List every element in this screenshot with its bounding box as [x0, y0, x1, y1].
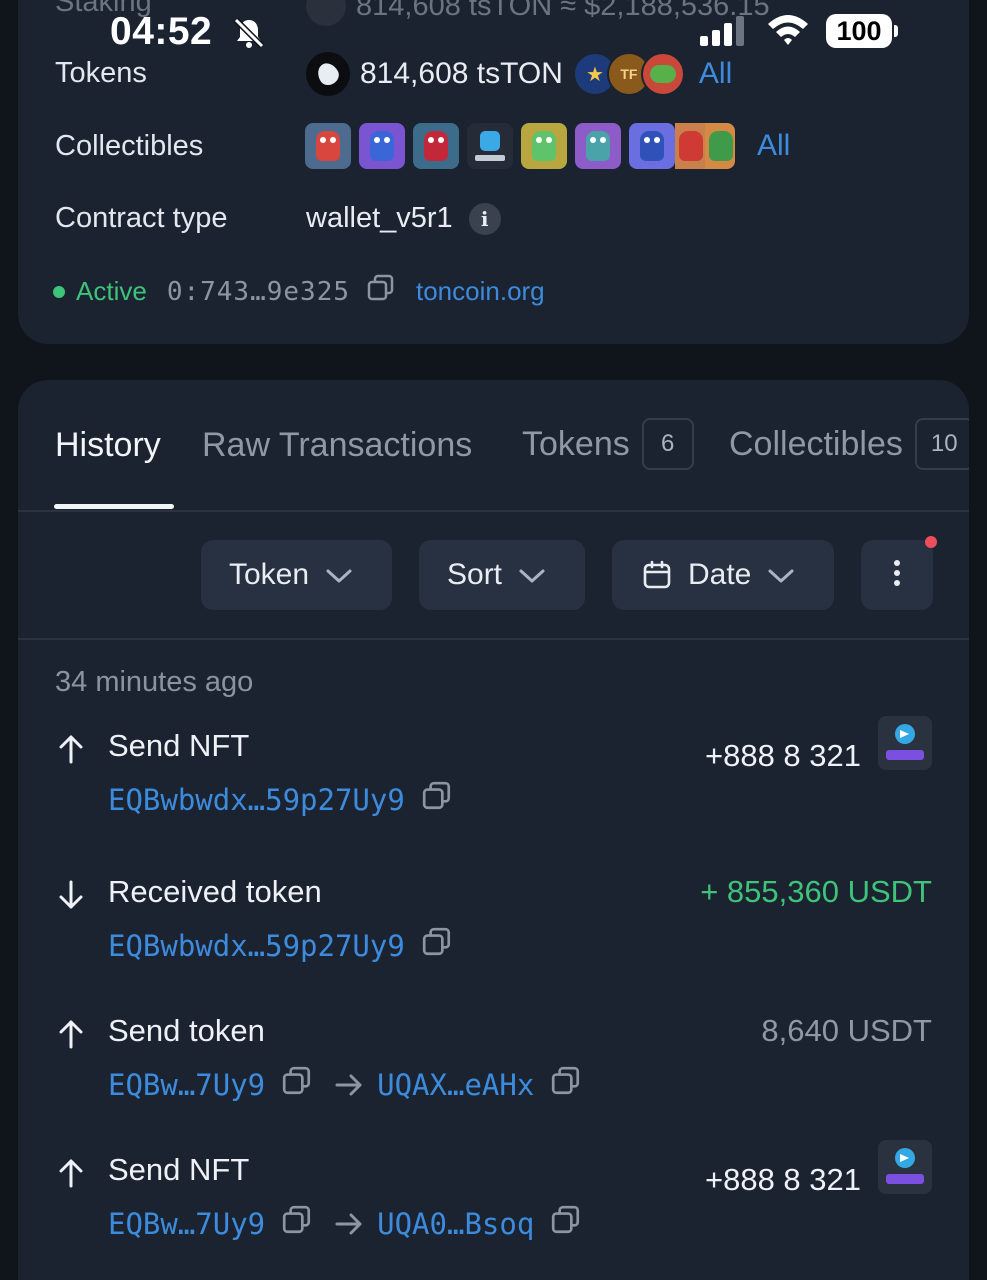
collectibles-all-link[interactable]: All	[757, 129, 790, 163]
transaction-title: Received token	[108, 874, 322, 909]
token-filter-label: Token	[229, 558, 310, 591]
transaction-amount: +888 8 321	[704, 1162, 861, 1197]
collectibles-row[interactable]: All	[305, 123, 790, 169]
tokens-value: 814,608 tsTON	[360, 57, 563, 90]
info-icon[interactable]: i	[468, 202, 501, 235]
arrow-up-icon	[58, 734, 84, 769]
kebab-menu-icon	[893, 559, 901, 592]
copy-icon[interactable]	[281, 1204, 313, 1243]
history-time-label: 34 minutes ago	[55, 666, 254, 698]
transaction-amount: 8,640 USDT	[761, 1013, 932, 1048]
from-address[interactable]: EQBw…7Uy9	[108, 1207, 265, 1241]
to-address[interactable]: UQA0…Bsoq	[377, 1207, 534, 1241]
battery-indicator: 100	[826, 14, 898, 48]
nft-thumb-icon[interactable]	[521, 123, 567, 169]
transaction-title: Send NFT	[108, 1152, 250, 1187]
copy-icon[interactable]	[421, 780, 453, 819]
date-filter-button[interactable]: Date	[612, 540, 834, 610]
arrow-up-icon	[58, 1019, 84, 1054]
nft-thumb-icon[interactable]	[675, 123, 705, 169]
contract-type-label: Contract type	[55, 202, 228, 234]
from-address[interactable]: EQBw…7Uy9	[108, 1068, 265, 1102]
history-card: History Raw Transactions Tokens 6 Collec…	[18, 380, 969, 1280]
transaction-address[interactable]: EQBw…7Uy9 UQAX…eAHx	[108, 1065, 582, 1104]
arrow-down-icon	[58, 880, 84, 915]
nft-thumb-icon[interactable]	[359, 123, 405, 169]
tab-bar: History Raw Transactions Tokens 6 Collec…	[18, 380, 969, 512]
tab-collectibles-count: 10	[914, 418, 969, 470]
transaction-address[interactable]: EQBw…7Uy9 UQA0…Bsoq	[108, 1204, 582, 1243]
nft-thumb-icon[interactable]	[629, 123, 675, 169]
active-tab-underline	[54, 504, 174, 509]
address-text[interactable]: EQBwbwdx…59p27Uy9	[108, 929, 405, 963]
tab-tokens-count: 6	[641, 418, 694, 470]
token-filter-button[interactable]: Token	[201, 540, 392, 610]
chevron-down-icon	[518, 558, 546, 592]
nft-thumb-icon[interactable]	[305, 123, 351, 169]
nft-thumb-icon[interactable]	[575, 123, 621, 169]
telegram-number-nft-icon	[878, 716, 932, 770]
telegram-number-nft-icon	[878, 1140, 932, 1194]
chevron-down-icon	[767, 558, 795, 592]
collectibles-label: Collectibles	[55, 130, 204, 162]
transaction-address[interactable]: EQBwbwdx…59p27Uy9	[108, 926, 453, 965]
arrow-up-icon	[58, 1158, 84, 1193]
sort-button[interactable]: Sort	[419, 540, 585, 610]
status-active: Active	[76, 276, 147, 306]
transaction-title: Send NFT	[108, 728, 250, 763]
transaction-amount: +888 8 321	[704, 738, 861, 773]
wallet-address[interactable]: 0:743…9e325	[167, 277, 350, 307]
contract-type-text: wallet_v5r1	[306, 202, 453, 234]
copy-icon[interactable]	[421, 926, 453, 965]
tab-tokens[interactable]: Tokens 6	[522, 418, 694, 470]
cell-signal-icon	[700, 16, 746, 51]
tab-collectibles[interactable]: Collectibles 10	[729, 418, 969, 470]
transaction-title: Send token	[108, 1013, 265, 1048]
status-bar: 04:52 100	[0, 0, 987, 62]
copy-icon[interactable]	[550, 1065, 582, 1104]
more-options-button[interactable]	[861, 540, 933, 610]
arrow-right-icon	[335, 1213, 363, 1235]
notification-dot	[925, 536, 937, 548]
tab-raw-transactions[interactable]: Raw Transactions	[202, 426, 472, 465]
clock: 04:52	[110, 10, 213, 53]
chevron-down-icon	[325, 558, 353, 592]
nft-thumb-icon[interactable]	[413, 123, 459, 169]
calendar-icon	[642, 560, 672, 590]
copy-icon[interactable]	[550, 1204, 582, 1243]
sort-label: Sort	[447, 558, 503, 591]
tab-history[interactable]: History	[55, 426, 161, 465]
active-dot-icon	[53, 285, 65, 298]
wallet-status-line: Active 0:743…9e325 toncoin.org	[53, 273, 545, 310]
wifi-icon	[766, 12, 810, 51]
nft-thumb-icon[interactable]	[705, 123, 735, 169]
tab-collectibles-label: Collectibles	[729, 424, 903, 463]
address-text[interactable]: EQBwbwdx…59p27Uy9	[108, 783, 405, 817]
filter-bar: Token Sort Date	[18, 514, 969, 640]
tab-tokens-label: Tokens	[522, 424, 630, 463]
transaction-amount: + 855,360 USDT	[700, 874, 932, 909]
bell-muted-icon	[232, 16, 266, 55]
arrow-right-icon	[335, 1074, 363, 1096]
copy-icon[interactable]	[366, 273, 396, 310]
transaction-address[interactable]: EQBwbwdx…59p27Uy9	[108, 780, 453, 819]
contract-type-value: wallet_v5r1 i	[306, 202, 501, 235]
to-address[interactable]: UQAX…eAHx	[377, 1068, 534, 1102]
date-filter-label: Date	[688, 558, 752, 591]
tokens-all-link[interactable]: All	[699, 57, 732, 91]
copy-icon[interactable]	[281, 1065, 313, 1104]
site-link[interactable]: toncoin.org	[416, 276, 545, 307]
telegram-nft-icon[interactable]	[467, 123, 513, 169]
